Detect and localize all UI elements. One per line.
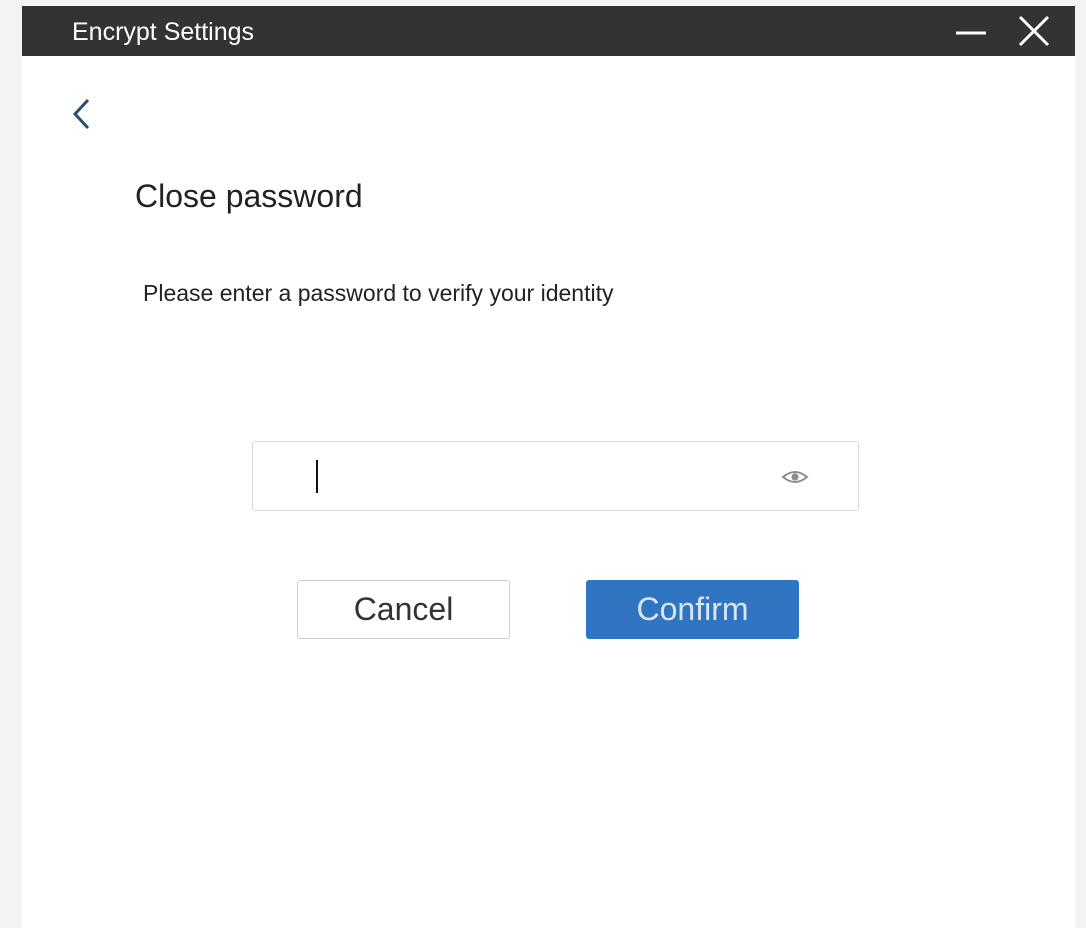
chevron-left-icon — [72, 98, 90, 130]
instruction-text: Please enter a password to verify your i… — [143, 280, 614, 306]
text-caret — [316, 460, 318, 493]
minimize-button[interactable] — [946, 6, 996, 56]
cancel-button[interactable]: Cancel — [297, 580, 510, 639]
back-button[interactable] — [62, 94, 102, 134]
window-title: Encrypt Settings — [72, 18, 255, 46]
close-button[interactable] — [1009, 6, 1059, 56]
title-bar: Encrypt Settings — [22, 6, 1075, 56]
confirm-button[interactable]: Confirm — [586, 580, 799, 639]
password-input[interactable] — [303, 456, 763, 496]
show-password-toggle[interactable] — [778, 460, 812, 494]
close-icon — [1018, 15, 1050, 47]
encrypt-settings-window: Encrypt Settings Close password Please e… — [22, 6, 1075, 928]
page-title: Close password — [135, 178, 363, 214]
eye-icon — [781, 471, 809, 483]
minimize-icon — [956, 31, 986, 35]
password-field[interactable] — [252, 441, 859, 511]
